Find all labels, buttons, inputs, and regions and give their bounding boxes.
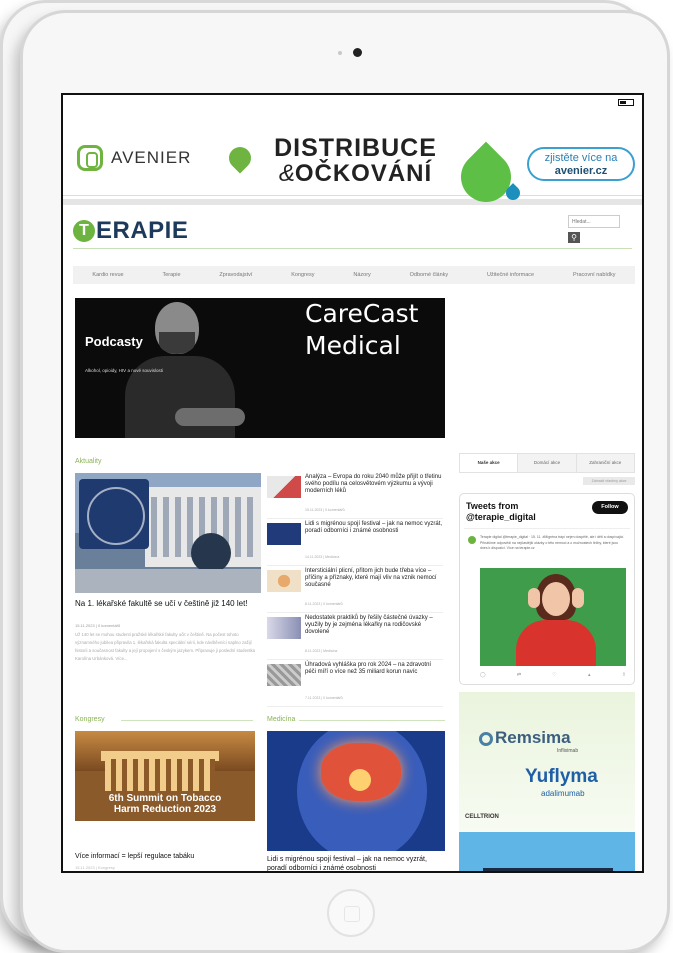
like-icon[interactable]: ♡ xyxy=(552,672,556,678)
tweet-image-hand-left xyxy=(528,588,540,608)
twitter-title-line1: Tweets from xyxy=(466,501,519,511)
article-meta: 14.11.2023 | Medicína xyxy=(305,555,340,559)
feature-meta: 15.11.2023 | 0 komentářů xyxy=(75,623,121,628)
temple-columns xyxy=(105,759,215,791)
medicina-caption[interactable]: Lidi s migrénou spojí festival – jak na … xyxy=(267,855,445,871)
tweet-actions: ◯ ⇄ ♡ ▴ ⇧ xyxy=(480,672,626,678)
sensor-dot xyxy=(338,51,342,55)
all-events-link[interactable]: Zobrazit všechny akce xyxy=(583,477,635,485)
hero-label: Podcasty xyxy=(85,334,143,349)
kongresy-caption[interactable]: Více informací = lepší regulace tabáku xyxy=(75,853,255,860)
feature-title[interactable]: Na 1. lékařské fakultě se učí v češtině … xyxy=(75,599,261,609)
retweet-icon[interactable]: ⇄ xyxy=(517,672,521,678)
tweet-image-body xyxy=(516,620,596,666)
faculty-logo xyxy=(79,479,149,549)
feature-road xyxy=(75,569,261,593)
article-title[interactable]: Úhradová vyhláška pro rok 2024 – na zdra… xyxy=(305,662,443,676)
sidebar-ad-top xyxy=(459,692,635,832)
tab-domaci-akce[interactable]: Domácí akce xyxy=(518,454,577,472)
twitter-title: Tweets from @terapie_digital xyxy=(466,501,536,523)
tab-zahranicni-akce[interactable]: Zahraniční akce xyxy=(576,454,634,472)
nav-item-pracovni-nabidky[interactable]: Pracovní nabídky xyxy=(573,272,616,278)
article-thumbnail xyxy=(267,664,301,686)
tab-nase-akce[interactable]: Naše akce xyxy=(460,454,519,472)
hero-arm xyxy=(175,408,245,426)
section-title-aktuality[interactable]: Aktuality xyxy=(75,458,101,465)
article-meta: 15.11.2023 | 0 komentářů xyxy=(305,508,345,512)
nav-item-kardio-revue[interactable]: Kardio revue xyxy=(92,272,123,278)
hero-banner[interactable]: Podcasty Alkohol, opioidy, HIV a nové so… xyxy=(75,298,445,438)
remsima-logo-icon xyxy=(479,732,493,746)
hero-beard xyxy=(159,332,195,354)
sidebar-ad-bottom xyxy=(459,832,635,871)
camera-dot xyxy=(353,48,362,57)
twitter-title-line2[interactable]: @terapie_digital xyxy=(466,512,536,523)
ad-brand-yuflyma-sub: adalimumab xyxy=(541,789,585,798)
events-tabs: Naše akce Domácí akce Zahraniční akce xyxy=(459,453,635,473)
feature-tree xyxy=(191,533,231,573)
ad-brand-remsima: Remsima xyxy=(495,728,571,747)
list-item[interactable]: Intersticiální plicní, přitom jich bude … xyxy=(267,568,443,613)
ad-company: CELLTRION xyxy=(465,814,499,820)
feature-image[interactable] xyxy=(75,473,261,593)
hero-subtitle: Alkohol, opioidy, HIV a nové souvislosti xyxy=(85,368,163,373)
article-title[interactable]: Nedostatek praktiků by řešily částečné ú… xyxy=(305,615,443,636)
home-button[interactable] xyxy=(327,889,375,937)
hero-brand-line2: Medical xyxy=(305,331,401,360)
article-title[interactable]: Intersticiální plicní, přitom jich bude … xyxy=(305,568,443,589)
reply-icon[interactable]: ◯ xyxy=(480,672,486,678)
twitter-widget: Tweets from @terapie_digital Follow Tera… xyxy=(459,493,635,685)
article-meta: 7.11.2023 | 0 komentářů xyxy=(305,696,343,700)
article-meta: 8.11.2023 | 0 komentářů xyxy=(305,602,343,606)
kongresy-meta: 15.11.2023 | Kongresy xyxy=(75,865,115,870)
pain-glow xyxy=(349,769,371,791)
section-title-medicina[interactable]: Medicína xyxy=(267,716,295,723)
ad-brand-yuflyma: Yuflyma xyxy=(525,766,598,787)
list-item[interactable]: Analýza – Evropa do roku 2040 může přijí… xyxy=(267,474,443,519)
tweet-image-hand-right xyxy=(572,588,584,608)
article-thumbnail xyxy=(267,476,301,498)
ad-brand-remsima-sub: Infliximab xyxy=(557,748,579,754)
article-list: Analýza – Evropa do roku 2040 může přijí… xyxy=(267,474,443,709)
kongresy-card-text: 6th Summit on Tobacco Harm Reduction 202… xyxy=(75,793,255,815)
article-title[interactable]: Lidi s migrénou spojí festival – jak na … xyxy=(305,521,443,535)
share-icon[interactable]: ⇧ xyxy=(622,672,626,678)
list-item[interactable]: Nedostatek praktiků by řešily částečné ú… xyxy=(267,615,443,660)
tweet-image-face xyxy=(542,582,570,616)
nav-item-odborne-clanky[interactable]: Odborné články xyxy=(410,272,449,278)
nav-item-nazory[interactable]: Názory xyxy=(353,272,370,278)
nav-item-zpravodajstvi[interactable]: Zpravodajství xyxy=(219,272,252,278)
article-title[interactable]: Analýza – Evropa do roku 2040 může přijí… xyxy=(305,474,443,495)
feature-excerpt: Už 140 let se mohou studenti pražské lék… xyxy=(75,632,256,661)
medicina-rule xyxy=(299,720,445,721)
nav-item-terapie[interactable]: Terapie xyxy=(162,272,180,278)
avatar[interactable] xyxy=(468,536,476,544)
hero-brand: CareCast Medical xyxy=(305,298,419,362)
article-thumbnail xyxy=(267,523,301,545)
article-meta: 8.11.2023 | Medicína xyxy=(305,649,338,653)
nav-item-uzitecne-informace[interactable]: Užitečné informace xyxy=(487,272,534,278)
medicina-card[interactable] xyxy=(267,731,445,851)
kongresy-rule xyxy=(121,720,253,721)
nav-item-kongresy[interactable]: Kongresy xyxy=(291,272,314,278)
tweet-text: Terapie digital @terapie_digital · 15. 1… xyxy=(480,535,625,550)
twitter-divider xyxy=(464,528,630,529)
page-content: Kardio revue Terapie Zpravodajství Kongr… xyxy=(63,95,642,871)
list-item[interactable]: Lidi s migrénou spojí festival – jak na … xyxy=(267,521,443,566)
kongresy-card-line1: 6th Summit on Tobacco xyxy=(108,793,222,804)
sidebar-ad[interactable]: Remsima Infliximab Yuflyma adalimumab CE… xyxy=(459,692,635,871)
section-title-kongresy[interactable]: Kongresy xyxy=(75,716,105,723)
hero-brand-line1: CareCast xyxy=(305,299,419,328)
main-nav: Kardio revue Terapie Zpravodajství Kongr… xyxy=(73,266,635,284)
list-item[interactable]: Úhradová vyhláška pro rok 2024 – na zdra… xyxy=(267,662,443,707)
follow-button[interactable]: Follow xyxy=(592,501,628,514)
views-icon[interactable]: ▴ xyxy=(588,672,591,678)
tweet-image[interactable] xyxy=(480,568,626,666)
kongresy-card[interactable]: 6th Summit on Tobacco Harm Reduction 202… xyxy=(75,731,255,821)
article-thumbnail xyxy=(267,617,301,639)
kongresy-card-line2: Harm Reduction 2023 xyxy=(113,804,217,815)
article-thumbnail xyxy=(267,570,301,592)
